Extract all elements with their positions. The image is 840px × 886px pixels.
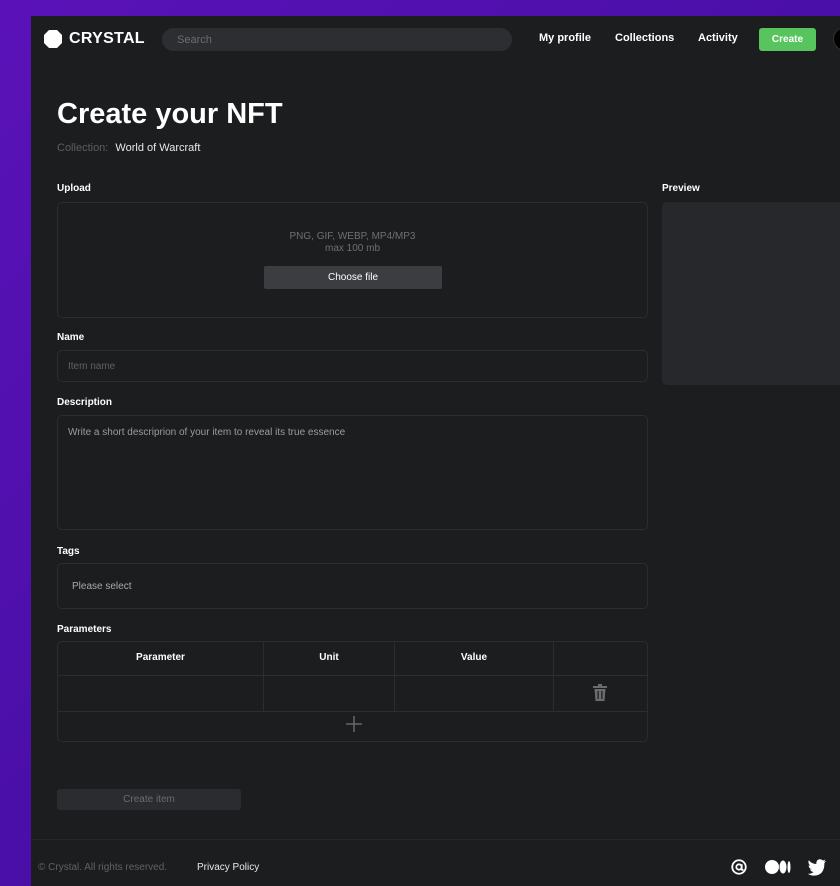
parameters-label: Parameters [57,624,112,635]
preview-panel [662,202,840,385]
collection-value: World of Warcraft [115,142,201,154]
table-row [58,676,647,711]
collection-info: Collection: World of Warcraft [57,142,200,154]
column-header-unit: Unit [319,652,339,663]
plus-icon[interactable] [346,716,362,732]
page-title: Create your NFT [57,98,283,130]
logo[interactable]: CRYSTAL [43,29,145,49]
upload-label: Upload [57,183,91,194]
app-window: CRYSTAL My profile Collections Activity … [31,16,840,886]
footer-divider [31,839,840,840]
name-label: Name [57,332,85,343]
tags-select[interactable]: Please select [57,563,648,609]
create-item-button[interactable]: Create item [57,789,241,810]
unit-cell[interactable] [264,676,394,711]
search-input[interactable] [162,28,512,51]
upload-dropzone[interactable]: PNG, GIF, WEBP, MP4/MP3 max 100 mb Choos… [57,202,648,318]
nav-activity[interactable]: Activity [698,32,738,44]
upload-formats: PNG, GIF, WEBP, MP4/MP3 [289,231,416,242]
tags-label: Tags [57,546,80,557]
choose-file-button[interactable]: Choose file [264,266,442,289]
upload-hint: PNG, GIF, WEBP, MP4/MP3 max 100 mb [58,231,647,255]
description-label: Description [57,397,113,408]
brand-name: CRYSTAL [69,30,145,47]
upload-max-size: max 100 mb [324,243,381,254]
medium-icon[interactable] [765,858,791,876]
preview-label: Preview [662,183,700,194]
description-input[interactable] [57,415,648,530]
tags-placeholder: Please select [72,581,132,592]
email-icon[interactable] [729,858,749,876]
name-input[interactable] [57,350,648,382]
row-divider [58,711,647,712]
avatar[interactable] [833,27,840,51]
twitter-icon[interactable] [807,858,827,876]
create-button[interactable]: Create [759,28,816,51]
parameter-cell[interactable] [58,676,263,711]
column-header-parameter: Parameter [136,652,185,663]
nav-my-profile[interactable]: My profile [539,32,591,44]
collection-label: Collection: [57,142,109,154]
logo-icon [44,30,62,48]
value-cell[interactable] [395,676,553,711]
trash-icon[interactable] [593,684,607,701]
privacy-policy-link[interactable]: Privacy Policy [197,862,259,873]
copyright: © Crystal. All rights reserved. [38,862,168,873]
parameters-table: Parameter Unit Value [57,641,648,742]
column-header-value: Value [460,652,488,663]
top-nav: CRYSTAL My profile Collections Activity … [31,16,840,62]
nav-collections[interactable]: Collections [615,32,674,44]
